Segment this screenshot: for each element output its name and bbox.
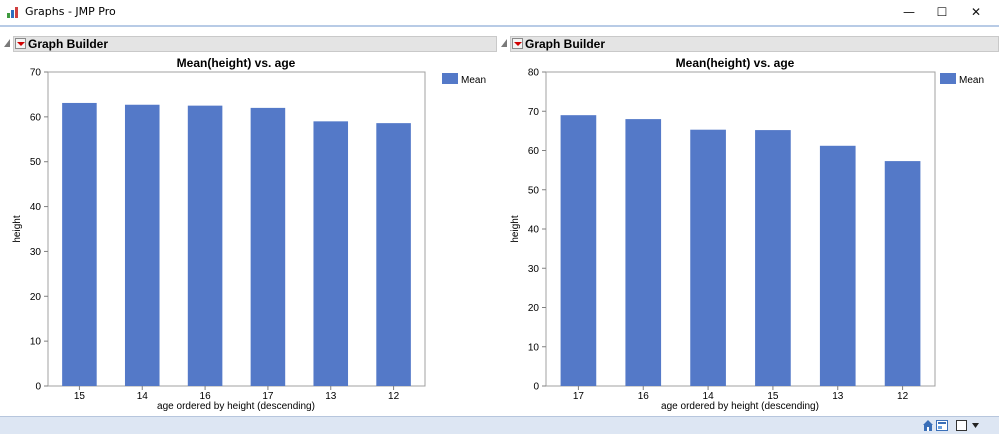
- y-tick-label: 30: [528, 264, 540, 275]
- window-list-icon[interactable]: [936, 419, 948, 432]
- legend-swatch: [940, 73, 956, 84]
- y-tick-label: 40: [528, 225, 540, 236]
- x-tick-label: 17: [573, 391, 585, 402]
- x-axis-label: age ordered by height (descending): [661, 401, 819, 412]
- y-axis-label: height: [510, 215, 521, 242]
- y-tick-label: 60: [528, 146, 540, 157]
- y-tick-label: 80: [528, 68, 540, 79]
- y-tick-label: 10: [528, 342, 540, 353]
- bar-chart-2: Mean(height) vs. age 0 10 20 30 40 50 60 70 80 17…: [510, 56, 984, 412]
- y-tick-label: 70: [528, 107, 540, 118]
- checkbox-icon[interactable]: [956, 419, 967, 432]
- status-bar: [0, 416, 999, 434]
- home-icon[interactable]: [922, 419, 934, 432]
- bar: [625, 119, 662, 386]
- legend-label: Mean: [959, 75, 984, 86]
- bar: [819, 145, 856, 386]
- y-tick-label: 0: [533, 382, 539, 393]
- y-tick-label: 50: [528, 185, 540, 196]
- x-tick-label: 12: [897, 391, 909, 402]
- bar: [884, 161, 921, 386]
- x-tick-label: 13: [832, 391, 844, 402]
- bar: [755, 130, 791, 386]
- x-tick-label: 16: [638, 391, 650, 402]
- plot-frame: [545, 71, 936, 387]
- bar: [560, 115, 597, 387]
- y-tick-label: 20: [528, 303, 540, 314]
- chart-title: Mean(height) vs. age: [676, 56, 795, 70]
- dropdown-arrow-icon[interactable]: [971, 419, 980, 432]
- bar: [690, 129, 726, 386]
